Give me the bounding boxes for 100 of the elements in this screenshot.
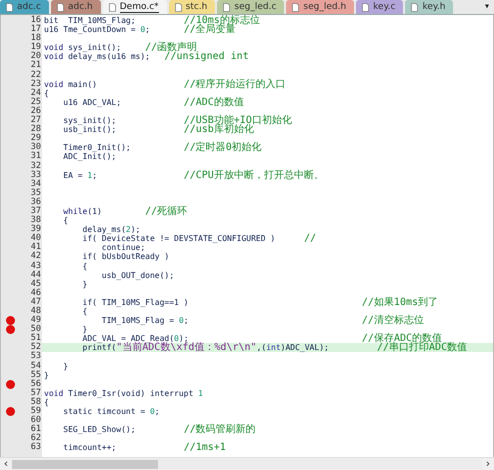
code-line: void Timer0_Isr(void) interrupt 1 [44,388,203,398]
line-number: 43 [30,262,42,271]
line-number: 61 [30,425,42,434]
code-line: SEG_LED_Show(); //数码管刷新的 [62,425,256,434]
line-number: 57 [30,388,42,398]
code-line: } [82,280,88,289]
line-number: 39 [30,225,42,234]
file-tab[interactable]: adc.h [51,0,101,14]
line-number: 34 [30,180,42,189]
document-icon [174,2,182,12]
code-line: usb_init(); //usb库初始化 [62,125,254,134]
line-number: 52 [30,343,42,352]
code-line: while(1) //死循环 [62,206,188,216]
breakpoint-icon[interactable] [6,407,14,416]
line-number: 40 [30,234,42,244]
code-line: usb_OUT_done(); [100,270,174,280]
document-icon [6,2,13,12]
file-tab[interactable]: seg_led.h [286,0,354,14]
code-line: { [44,398,49,407]
code-line: if( TIM_10MS_Flag==1 ) //如果10ms到了 [82,298,438,307]
file-tab[interactable]: adc.c [0,0,49,14]
line-number: 16 [30,16,42,25]
line-number: 36 [30,198,42,207]
line-number: 33 [30,170,42,180]
code-line: delay_ms(2); [82,225,140,234]
breakpoint-icon[interactable] [6,380,14,389]
document-icon [411,2,418,12]
line-number: 31 [30,152,42,162]
file-tab[interactable]: stc.h [168,0,216,14]
line-number: 60 [30,416,42,426]
line-number: 46 [30,288,42,298]
line-number: 38 [30,216,42,226]
file-tab[interactable]: key.c [356,0,404,14]
code-line: Timer0_Init(); //定时器0初始化 [62,143,262,152]
line-number: 18 [30,34,42,44]
code-line: if( bUsbOutReady ) [82,252,170,262]
line-number: 28 [30,125,42,134]
document-icon [362,2,370,12]
code-line: } [62,362,68,371]
line-number: 55 [30,370,42,380]
breakpoint-icon[interactable] [6,325,14,334]
line-number: 27 [30,116,42,126]
line-number: 22 [30,70,42,80]
line-number: 23 [30,80,42,89]
code-line: TIM_10MS_Flag = 0; //清空标志位 [100,316,424,326]
breakpoint-icon[interactable] [6,316,14,326]
code-line: continue; [100,243,146,252]
code-line: EA = 1; //CPU开放中断，打开总中断。 [62,170,324,180]
document-icon [292,2,300,12]
code-line: u16 Tme_CountDown = 0; //全局变量 [44,25,236,34]
line-number: 62 [30,434,42,444]
line-number: 48 [30,307,42,316]
line-number: 45 [30,280,42,289]
line-number: 37 [30,206,42,216]
line-number: 21 [30,61,42,70]
document-icon [108,2,116,12]
line-number: 26 [30,106,42,116]
code-line: } [82,325,88,334]
line-number: 25 [30,98,42,107]
line-number: 44 [30,270,42,280]
line-number: 17 [30,25,42,34]
line-number: 59 [30,407,42,416]
code-line: ADC_Init(); [62,152,116,162]
code-line: { [44,88,49,98]
file-tab[interactable]: seg_led.c [217,0,284,14]
code-line: sys_init(); //USB功能+IO口初始化 [62,116,292,126]
document-icon [223,2,230,12]
line-number: 54 [30,362,42,371]
line-number: 58 [30,398,42,407]
code-line: void main() //程序开始运行的入口 [44,80,286,89]
code-line: void sys_init(); //函数声明 [44,43,198,52]
line-number: 19 [30,43,42,52]
scroll-right-button[interactable]: › [482,458,494,470]
line-number: 35 [30,188,42,198]
scrollbar-thumb[interactable] [12,460,158,468]
line-number: 42 [30,252,42,262]
code-line: timcount++; //1ms+1 [62,443,226,452]
line-number: 49 [30,316,42,326]
line-number: 56 [30,380,42,389]
file-tab[interactable]: key.h [405,0,454,14]
code-line: if( DeviceState != DEVSTATE_CONFIGURED ) // [82,234,316,244]
line-number: 29 [30,134,42,144]
code-line: u16 ADC_VAL; //ADC的数值 [62,98,244,107]
line-number: 53 [30,352,42,362]
file-tab[interactable]: Demo.c* [102,0,167,14]
code-line: } [44,370,49,380]
line-number: 24 [30,88,42,98]
line-number: 47 [30,298,42,307]
code-line: printf("当前ADC数\xfd值：%d\r\n",(int)ADC_VAL); //串口打印ADC数值 [82,343,468,352]
document-icon [57,2,64,12]
line-number: 50 [30,325,42,334]
line-number: 41 [30,243,42,252]
tab-list-button[interactable]: ▾ [480,0,494,14]
code-line: void delay_ms(u16 ms); //unsigned int [44,52,249,62]
line-number: 30 [30,143,42,152]
line-number: 63 [30,443,42,452]
line-number: 51 [30,334,42,344]
code-line: bit TIM_10MS_Flag; //10ms的标志位 [44,16,260,25]
code-line: static timcount = 0; [62,407,160,416]
scroll-left-button[interactable]: ‹ [0,458,12,470]
